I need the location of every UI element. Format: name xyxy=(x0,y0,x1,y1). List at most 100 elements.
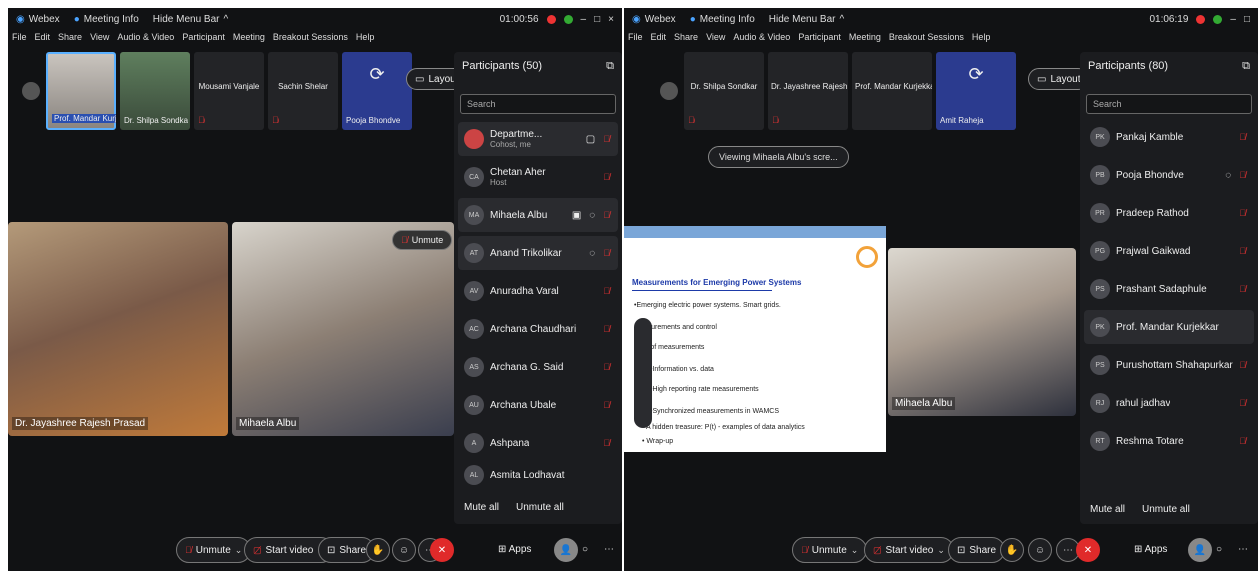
menu-breakout[interactable]: Breakout Sessions xyxy=(273,32,348,48)
avatar: AT xyxy=(464,243,484,263)
participant-row[interactable]: RT Reshma Totare 🎙̸ xyxy=(1084,424,1254,458)
thumbnail-participant[interactable]: Dr. Shilpa Sondkar 🎙̸ xyxy=(684,52,764,130)
viewing-share-pill[interactable]: Viewing Mihaela Albu's scre... xyxy=(708,146,849,168)
participant-row[interactable]: AU Archana Ubale 🎙̸ xyxy=(458,388,618,422)
video-tile-participant[interactable]: 🎙̸ Unmute Mihaela Albu xyxy=(232,222,454,436)
menu-participant[interactable]: Participant xyxy=(798,32,841,48)
menu-file[interactable]: File xyxy=(628,32,643,48)
meeting-info-button[interactable]: ● Meeting Info xyxy=(690,14,755,25)
menu-audio-video[interactable]: Audio & Video xyxy=(117,32,174,48)
popout-icon[interactable]: ⧉ xyxy=(606,60,614,73)
menu-help[interactable]: Help xyxy=(972,32,991,48)
participant-row[interactable]: CA Chetan Aher Host 🎙̸ xyxy=(458,160,618,194)
minimize-icon[interactable]: – xyxy=(1230,14,1236,25)
participant-row[interactable]: PR Pradeep Rathod 🎙̸ xyxy=(1084,196,1254,230)
more-icon[interactable]: ⋯ xyxy=(604,544,614,555)
participant-row[interactable]: AL Asmita Lodhavat xyxy=(458,464,618,486)
participants-panel: Participants (50) ⧉ Search Departme... Coh… xyxy=(454,52,622,524)
participant-row[interactable]: Departme... Cohost, me ▢ 🎙̸ xyxy=(458,122,618,156)
avatar: AL xyxy=(464,465,484,485)
unmute-button[interactable]: 🎙̸ Unmute ⌄ xyxy=(176,537,252,563)
mic-off-icon: 🎙̸ xyxy=(1239,246,1246,256)
participant-row[interactable]: PS Purushottam Shahapurkar 🎙̸ xyxy=(1084,348,1254,382)
hide-menu-bar-button[interactable]: Hide Menu Bar ^ xyxy=(153,14,228,25)
participants-icon[interactable]: 👤 xyxy=(1188,538,1212,562)
participant-row[interactable]: A Ashpana 🎙̸ xyxy=(458,426,618,460)
participant-row[interactable]: AT Anand Trikolikar ◌ 🎙̸ xyxy=(458,236,618,270)
thumbnail-participant[interactable]: Dr. Jayashree Rajesh Pra... 🎙̸ xyxy=(768,52,848,130)
menu-view[interactable]: View xyxy=(90,32,109,48)
menu-share[interactable]: Share xyxy=(674,32,698,48)
menu-file[interactable]: File xyxy=(12,32,27,48)
connection-icon xyxy=(563,14,573,24)
mute-all-button[interactable]: Mute all xyxy=(464,502,499,513)
menu-edit[interactable]: Edit xyxy=(35,32,51,48)
start-video-button[interactable]: ▢̸Start video⌄ xyxy=(864,537,954,563)
mute-all-button[interactable]: Mute all xyxy=(1090,504,1125,515)
menu-view[interactable]: View xyxy=(706,32,725,48)
more-icon[interactable]: ⋯ xyxy=(1238,544,1248,555)
minimize-icon[interactable]: – xyxy=(581,14,587,25)
participant-row[interactable]: PG Prajwal Gaikwad 🎙̸ xyxy=(1084,234,1254,268)
participant-row[interactable]: PK Prof. Mandar Kurjekkar xyxy=(1084,310,1254,344)
hand-icon: ◌ xyxy=(1225,169,1232,181)
thumbnail-participant[interactable]: ⟳ Amit Raheja xyxy=(936,52,1016,130)
participant-row[interactable]: AS Archana G. Said 🎙̸ xyxy=(458,350,618,384)
end-call-button[interactable]: ✕ xyxy=(430,538,454,562)
meeting-timer: 01:00:56 xyxy=(499,13,539,25)
menu-meeting[interactable]: Meeting xyxy=(233,32,265,48)
popout-icon[interactable]: ⧉ xyxy=(1242,60,1250,73)
participant-search-input[interactable]: Search xyxy=(460,94,616,114)
participant-row[interactable]: RJ rahul jadhav 🎙̸ xyxy=(1084,386,1254,420)
menu-breakout[interactable]: Breakout Sessions xyxy=(889,32,964,48)
chat-icon[interactable]: ○ xyxy=(582,544,588,555)
apps-button[interactable]: ⊞ Apps xyxy=(498,544,531,555)
thumbnail-participant[interactable]: Mousami Vanjale 🎙̸ xyxy=(194,52,264,130)
menu-meeting[interactable]: Meeting xyxy=(849,32,881,48)
video-tile-presenter[interactable]: Mihaela Albu xyxy=(888,248,1076,416)
webex-app-button[interactable]: ◉ Webex xyxy=(16,14,60,25)
end-call-button[interactable]: ✕ xyxy=(1076,538,1100,562)
share-button[interactable]: ⊡ Share xyxy=(948,537,1006,563)
thumbnail-participant[interactable]: Sachin Shelar 🎙̸ xyxy=(268,52,338,130)
meeting-info-button[interactable]: ● Meeting Info xyxy=(74,14,139,25)
annotation-toolbar[interactable] xyxy=(634,318,652,428)
apps-button[interactable]: ⊞ Apps xyxy=(1134,544,1167,555)
reactions-icon[interactable]: ☺ xyxy=(1028,538,1052,562)
participant-search-input[interactable]: Search xyxy=(1086,94,1252,114)
participant-row[interactable]: PB Pooja Bhondve ◌ 🎙̸ xyxy=(1084,158,1254,192)
scroll-left-icon[interactable] xyxy=(22,82,40,100)
thumbnail-participant[interactable]: Prof. Mandar Kurjekkar xyxy=(852,52,932,130)
menu-share[interactable]: Share xyxy=(58,32,82,48)
video-tile-speaker[interactable]: Dr. Jayashree Rajesh Prasad xyxy=(8,222,228,436)
participant-row[interactable]: AV Anuradha Varal 🎙̸ xyxy=(458,274,618,308)
unmute-all-button[interactable]: Unmute all xyxy=(1142,504,1190,515)
participant-row[interactable]: AC Archana Chaudhari 🎙̸ xyxy=(458,312,618,346)
hide-menu-bar-button[interactable]: Hide Menu Bar ^ xyxy=(769,14,844,25)
participants-icon[interactable]: 👤 xyxy=(554,538,578,562)
participant-row[interactable]: MA Mihaela Albu ▣ ◌ 🎙̸ xyxy=(458,198,618,232)
menu-edit[interactable]: Edit xyxy=(651,32,667,48)
unmute-all-button[interactable]: Unmute all xyxy=(516,502,564,513)
menu-help[interactable]: Help xyxy=(356,32,375,48)
participants-header: Participants (50) ⧉ xyxy=(462,60,614,73)
participant-row[interactable]: PK Pankaj Kamble 🎙̸ xyxy=(1084,120,1254,154)
unmute-button[interactable]: 🎙̸ Unmute ⌄ xyxy=(792,537,868,563)
reactions-icon[interactable]: ☺ xyxy=(392,538,416,562)
hand-icon[interactable]: ✋ xyxy=(366,538,390,562)
maximize-icon[interactable]: □ xyxy=(594,14,600,25)
webex-app-button[interactable]: ◉ Webex xyxy=(632,14,676,25)
scroll-left-icon[interactable] xyxy=(660,82,678,100)
thumbnail-participant[interactable]: Dr. Shilpa Sondkar xyxy=(120,52,190,130)
chat-icon[interactable]: ○ xyxy=(1216,544,1222,555)
hand-icon: ◌ xyxy=(589,209,596,221)
hand-icon[interactable]: ✋ xyxy=(1000,538,1024,562)
menu-audio-video[interactable]: Audio & Video xyxy=(733,32,790,48)
close-icon[interactable]: × xyxy=(608,14,614,25)
thumbnail-participant[interactable]: ⟳ Pooja Bhondve xyxy=(342,52,412,130)
menu-participant[interactable]: Participant xyxy=(182,32,225,48)
participant-row[interactable]: PS Prashant Sadaphule 🎙̸ xyxy=(1084,272,1254,306)
maximize-icon[interactable]: □ xyxy=(1244,14,1250,25)
unmute-overlay-button[interactable]: 🎙̸ Unmute xyxy=(392,230,453,250)
thumbnail-participant[interactable]: Prof. Mandar Kurjekkar xyxy=(46,52,116,130)
